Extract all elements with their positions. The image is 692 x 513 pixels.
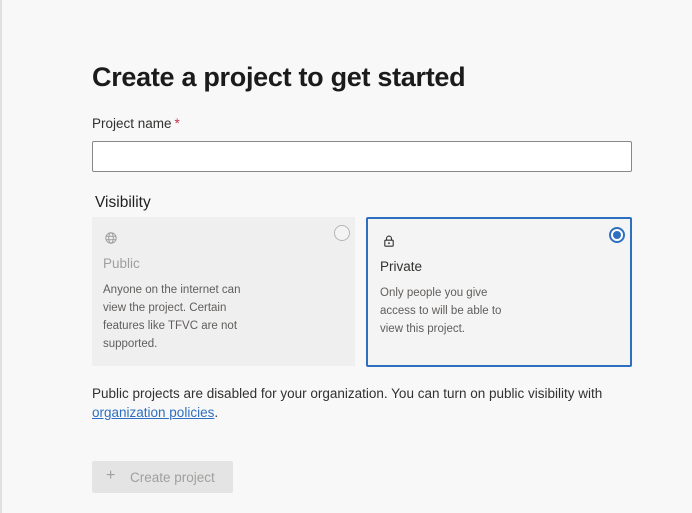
public-option-description: Anyone on the internet can view the proj…	[103, 284, 241, 350]
private-option-title: Private	[380, 259, 423, 274]
notice-suffix: .	[214, 405, 219, 420]
private-option-description: Only people you give access to will be a…	[380, 287, 502, 335]
private-radio[interactable]	[609, 227, 625, 243]
project-name-label: Project name *	[92, 116, 180, 131]
visibility-label: Visibility	[95, 194, 151, 211]
project-name-label-text: Project name	[92, 116, 172, 131]
lock-icon	[382, 234, 396, 248]
private-radio-selected-dot	[613, 231, 621, 239]
globe-icon	[104, 231, 118, 245]
required-marker: *	[174, 116, 180, 131]
add-icon: +	[106, 467, 116, 484]
notice-text: Public projects are disabled for your or…	[92, 386, 603, 401]
page-title: Create a project to get started	[92, 62, 466, 92]
visibility-option-public[interactable]: Public Anyone on the internet can view t…	[92, 217, 355, 366]
project-name-input[interactable]	[92, 141, 632, 172]
organization-policies-link[interactable]: organization policies	[92, 405, 214, 420]
create-project-button-label: Create project	[130, 470, 215, 485]
public-radio[interactable]	[334, 225, 350, 241]
create-project-button[interactable]: + Create project	[92, 461, 233, 493]
public-disabled-notice: Public projects are disabled for your or…	[92, 384, 652, 422]
public-option-title: Public	[103, 256, 140, 271]
visibility-option-private[interactable]: Private Only people you give access to w…	[366, 217, 632, 367]
